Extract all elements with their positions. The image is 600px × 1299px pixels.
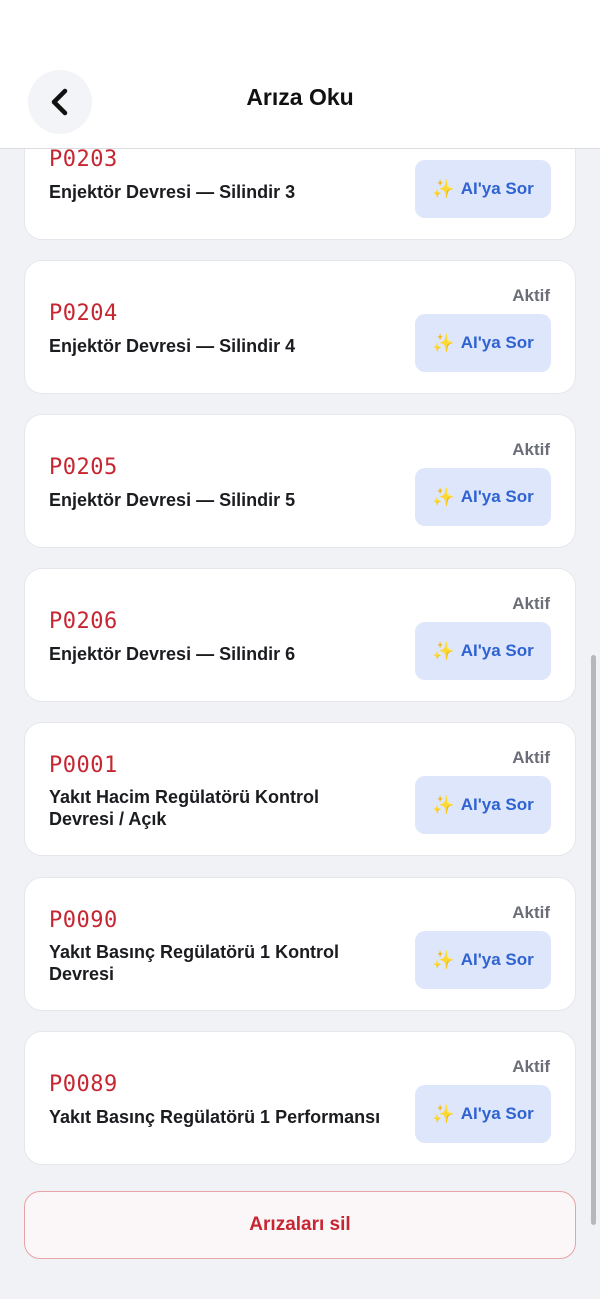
fault-card: Aktif P0204 Enjektör Devresi — Silindir … (24, 260, 576, 394)
fault-card: Aktif P0090 Yakıt Basınç Regülatörü 1 Ko… (24, 877, 576, 1011)
fault-description: Enjektör Devresi — Silindir 6 (49, 644, 296, 664)
fault-code: P0090 (49, 908, 118, 933)
ask-ai-label: AI'ya Sor (460, 950, 534, 969)
fault-description: Yakıt Basınç Regülatörü 1 Kontrol Devres… (49, 942, 340, 984)
sparkles-icon: ✨ (432, 949, 455, 970)
fault-code: P0001 (49, 753, 118, 778)
fault-list: Aktif P0203 Enjektör Devresi — Silindir … (0, 0, 600, 1299)
fault-card: Aktif P0206 Enjektör Devresi — Silindir … (24, 568, 576, 702)
status-badge: Aktif (512, 440, 550, 459)
sparkles-icon: ✨ (432, 486, 455, 507)
fault-description: Yakıt Hacim Regülatörü Kontrol Devresi /… (49, 787, 320, 829)
fault-description: Enjektör Devresi — Silindir 5 (49, 490, 296, 510)
ask-ai-button[interactable]: ✨ AI'ya Sor (415, 622, 551, 680)
fault-card: Aktif P0205 Enjektör Devresi — Silindir … (24, 414, 576, 548)
fault-description: Yakıt Basınç Regülatörü 1 Performansı (49, 1107, 381, 1127)
ask-ai-button[interactable]: ✨ AI'ya Sor (415, 1085, 551, 1143)
fault-code: P0089 (49, 1072, 118, 1097)
status-badge: Aktif (512, 594, 550, 613)
ask-ai-button[interactable]: ✨ AI'ya Sor (415, 160, 551, 218)
fault-code: P0206 (49, 609, 118, 634)
page-title: Arıza Oku (246, 84, 354, 110)
ask-ai-button[interactable]: ✨ AI'ya Sor (415, 314, 551, 372)
status-badge: Aktif (512, 903, 550, 922)
fault-card: Aktif P0001 Yakıt Hacim Regülatörü Kontr… (24, 722, 576, 856)
status-badge: Aktif (512, 286, 550, 305)
sparkles-icon: ✨ (432, 332, 455, 353)
sparkles-icon: ✨ (432, 794, 455, 815)
ask-ai-label: AI'ya Sor (460, 333, 534, 352)
ask-ai-button[interactable]: ✨ AI'ya Sor (415, 931, 551, 989)
status-badge: Aktif (512, 1057, 550, 1076)
ask-ai-button[interactable]: ✨ AI'ya Sor (415, 468, 551, 526)
fault-code: P0204 (49, 301, 118, 326)
sparkles-icon: ✨ (432, 178, 455, 199)
scrollbar[interactable] (591, 655, 596, 1225)
top-bar: Arıza Oku (0, 0, 600, 149)
ask-ai-label: AI'ya Sor (460, 1104, 534, 1123)
fault-code: P0205 (49, 455, 118, 480)
ask-ai-label: AI'ya Sor (460, 179, 534, 198)
fault-description: Enjektör Devresi — Silindir 3 (49, 182, 296, 202)
ask-ai-button[interactable]: ✨ AI'ya Sor (415, 776, 551, 834)
clear-faults-button[interactable]: Arızaları sil (24, 1191, 576, 1259)
ask-ai-label: AI'ya Sor (460, 487, 534, 506)
sparkles-icon: ✨ (432, 640, 455, 661)
status-badge: Aktif (512, 748, 550, 767)
fault-card: Aktif P0089 Yakıt Basınç Regülatörü 1 Pe… (24, 1031, 576, 1165)
fault-code: P0203 (49, 147, 118, 172)
fault-description: Enjektör Devresi — Silindir 4 (49, 336, 296, 356)
sparkles-icon: ✨ (432, 1103, 455, 1124)
ask-ai-label: AI'ya Sor (460, 641, 534, 660)
ask-ai-label: AI'ya Sor (460, 795, 534, 814)
